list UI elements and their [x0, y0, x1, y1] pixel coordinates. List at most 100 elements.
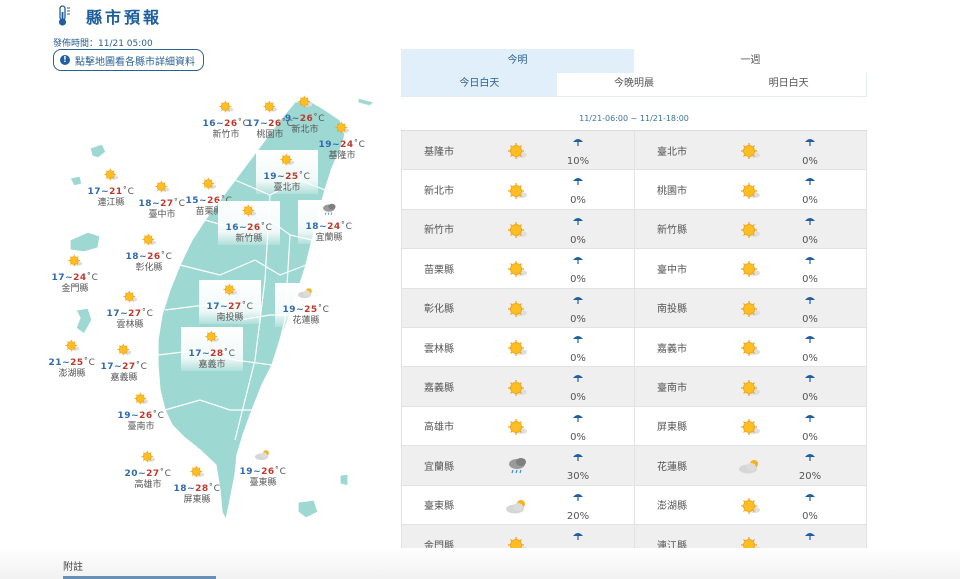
- sunny-icon: [242, 204, 257, 217]
- sunny-icon: [104, 168, 119, 181]
- county-forecast-cell[interactable]: 新竹縣 0%: [634, 209, 866, 249]
- county-forecast-cell[interactable]: 屏東縣 0%: [634, 406, 866, 446]
- city-name: 嘉義縣: [110, 373, 138, 383]
- sunny-icon: [190, 465, 205, 478]
- map-city-marker[interactable]: 19~26˚C 臺南市: [110, 392, 172, 433]
- county-forecast-cell[interactable]: 嘉義市 0%: [634, 327, 866, 367]
- temperature-range: 17~28˚C: [188, 349, 236, 359]
- period-tabs: 今明 一週: [401, 49, 867, 73]
- umbrella-icon: [805, 139, 815, 146]
- rain-probability: 0%: [790, 492, 830, 523]
- temperature-range: 18~28˚C: [173, 484, 221, 494]
- page-header: 縣市預報: [56, 4, 162, 28]
- map-city-marker[interactable]: 17~27˚C 嘉義縣: [93, 343, 155, 384]
- map-city-marker[interactable]: 17~27˚C 雲林縣: [99, 290, 161, 331]
- rain-probability: 10%: [558, 137, 598, 168]
- county-forecast-cell[interactable]: 苗栗縣 0%: [402, 249, 634, 287]
- green-island-shape: [339, 473, 349, 487]
- temperature-range: 17~27˚C: [100, 362, 148, 372]
- county-forecast-cell[interactable]: 新竹市 0%: [402, 210, 634, 248]
- map-city-marker[interactable]: 17~28˚C 嘉義市: [181, 327, 243, 371]
- city-name: 屏東縣: [183, 495, 211, 505]
- map-city-marker[interactable]: 19~25˚C 臺北市: [256, 150, 318, 194]
- county-name: 新竹縣: [657, 225, 687, 237]
- kinmen-island-shape: [69, 231, 101, 253]
- forecast-table: 基隆市 10% 臺北市 0% 新北市 0% 桃園市 0% 新竹市 0% 新竹縣 0% 苗栗縣 0% 臺中市 0…: [401, 130, 867, 565]
- sunny-icon: [280, 153, 295, 166]
- umbrella-icon: [573, 296, 583, 304]
- tab-tomorrow-day[interactable]: 明日白天: [711, 73, 866, 96]
- tab-week[interactable]: 一週: [634, 49, 867, 73]
- county-forecast-cell[interactable]: 高雄市 0%: [402, 407, 634, 445]
- cloudy-sun-icon: [254, 450, 269, 461]
- umbrella-icon: [573, 414, 583, 422]
- thermometer-icon: [58, 5, 70, 26]
- county-forecast-cell[interactable]: 基隆市 10%: [402, 131, 634, 169]
- county-forecast-cell[interactable]: 南投縣 0%: [634, 288, 866, 327]
- umbrella-icon: [573, 493, 583, 501]
- county-name: 臺南市: [657, 383, 687, 395]
- temperature-range: 17~27˚C: [106, 309, 154, 319]
- city-name: 花蓮縣: [292, 316, 320, 326]
- table-row: 雲林縣 0% 嘉義市 0%: [402, 327, 866, 368]
- cloudy-sun-icon: [297, 288, 312, 299]
- city-name: 金門縣: [61, 284, 89, 294]
- table-row: 新竹市 0% 新竹縣 0%: [402, 209, 866, 250]
- map-city-marker[interactable]: 17~27˚C 南投縣: [199, 280, 261, 324]
- county-forecast-cell[interactable]: 臺中市 0%: [634, 249, 866, 288]
- map-city-marker[interactable]: 18~24˚C 宜蘭縣: [298, 200, 360, 244]
- county-forecast-cell[interactable]: 彰化縣 0%: [402, 289, 634, 327]
- rain-probability: 20%: [790, 452, 830, 483]
- sunny-icon: [508, 221, 527, 238]
- county-forecast-cell[interactable]: 雲林縣 0%: [402, 328, 634, 366]
- county-name: 雲林縣: [424, 343, 454, 355]
- sunny-icon: [508, 182, 527, 199]
- tab-today-tomorrow[interactable]: 今明: [401, 49, 634, 73]
- umbrella-icon: [805, 217, 815, 225]
- footer: 附註: [0, 548, 960, 579]
- sunny-icon: [205, 330, 220, 343]
- county-forecast-page: 縣市預報 發佈時間：11/21 05:00 ! 點擊地圖看各縣市詳細資料 16~…: [0, 0, 960, 579]
- rain-probability: 0%: [790, 413, 830, 444]
- map-city-marker[interactable]: 19~26˚C 臺東縣: [232, 448, 294, 489]
- county-name: 嘉義市: [657, 343, 687, 355]
- county-forecast-cell[interactable]: 新北市 0%: [402, 170, 634, 208]
- city-name: 嘉義市: [198, 360, 226, 370]
- map-city-marker[interactable]: 19~24˚C 基隆市: [311, 121, 373, 162]
- county-name: 高雄市: [424, 422, 454, 434]
- sunny-icon: [117, 343, 132, 356]
- temperature-range: 17~24˚C: [51, 273, 99, 283]
- temperature-range: 19~26˚C: [239, 467, 287, 477]
- county-forecast-cell[interactable]: 澎湖縣 0%: [634, 485, 866, 524]
- county-forecast-cell[interactable]: 宜蘭縣 30%: [402, 446, 634, 484]
- county-forecast-cell[interactable]: 花蓮縣 20%: [634, 446, 866, 485]
- guishan-island-shape: [357, 97, 376, 107]
- map-city-marker[interactable]: 17~24˚C 金門縣: [44, 254, 106, 295]
- sunny-icon: [68, 254, 83, 267]
- table-row: 苗栗縣 0% 臺中市 0%: [402, 249, 866, 289]
- county-name: 花蓮縣: [657, 461, 687, 473]
- temperature-range: 16~26˚C: [225, 223, 273, 233]
- sunny-icon: [741, 300, 760, 317]
- county-name: 新竹市: [424, 225, 454, 237]
- city-name: 彰化縣: [135, 263, 163, 273]
- map-city-marker[interactable]: 18~26˚C 彰化縣: [118, 233, 180, 274]
- county-forecast-cell[interactable]: 臺東縣 20%: [402, 486, 634, 524]
- sunny-icon: [508, 340, 527, 357]
- county-forecast-cell[interactable]: 桃園市 0%: [634, 170, 866, 209]
- county-forecast-cell[interactable]: 臺北市 0%: [634, 131, 866, 170]
- umbrella-icon: [573, 375, 583, 383]
- rain-probability: 0%: [790, 334, 830, 365]
- county-forecast-cell[interactable]: 嘉義縣 0%: [402, 367, 634, 405]
- tab-today-day[interactable]: 今日白天: [402, 73, 557, 96]
- rain-probability: 0%: [558, 413, 598, 444]
- map-city-marker[interactable]: 16~26˚C 新竹縣: [218, 201, 280, 245]
- tab-tonight[interactable]: 今晚明晨: [557, 73, 712, 96]
- city-name: 雲林縣: [116, 320, 144, 330]
- map-hint-button[interactable]: ! 點擊地圖看各縣市詳細資料: [53, 49, 204, 71]
- table-row: 彰化縣 0% 南投縣 0%: [402, 288, 866, 328]
- rain-probability: 0%: [790, 137, 830, 168]
- county-forecast-cell[interactable]: 臺南市 0%: [634, 367, 866, 406]
- map-city-marker[interactable]: 18~28˚C 屏東縣: [166, 465, 228, 506]
- map-city-marker[interactable]: 19~25˚C 花蓮縣: [275, 283, 337, 327]
